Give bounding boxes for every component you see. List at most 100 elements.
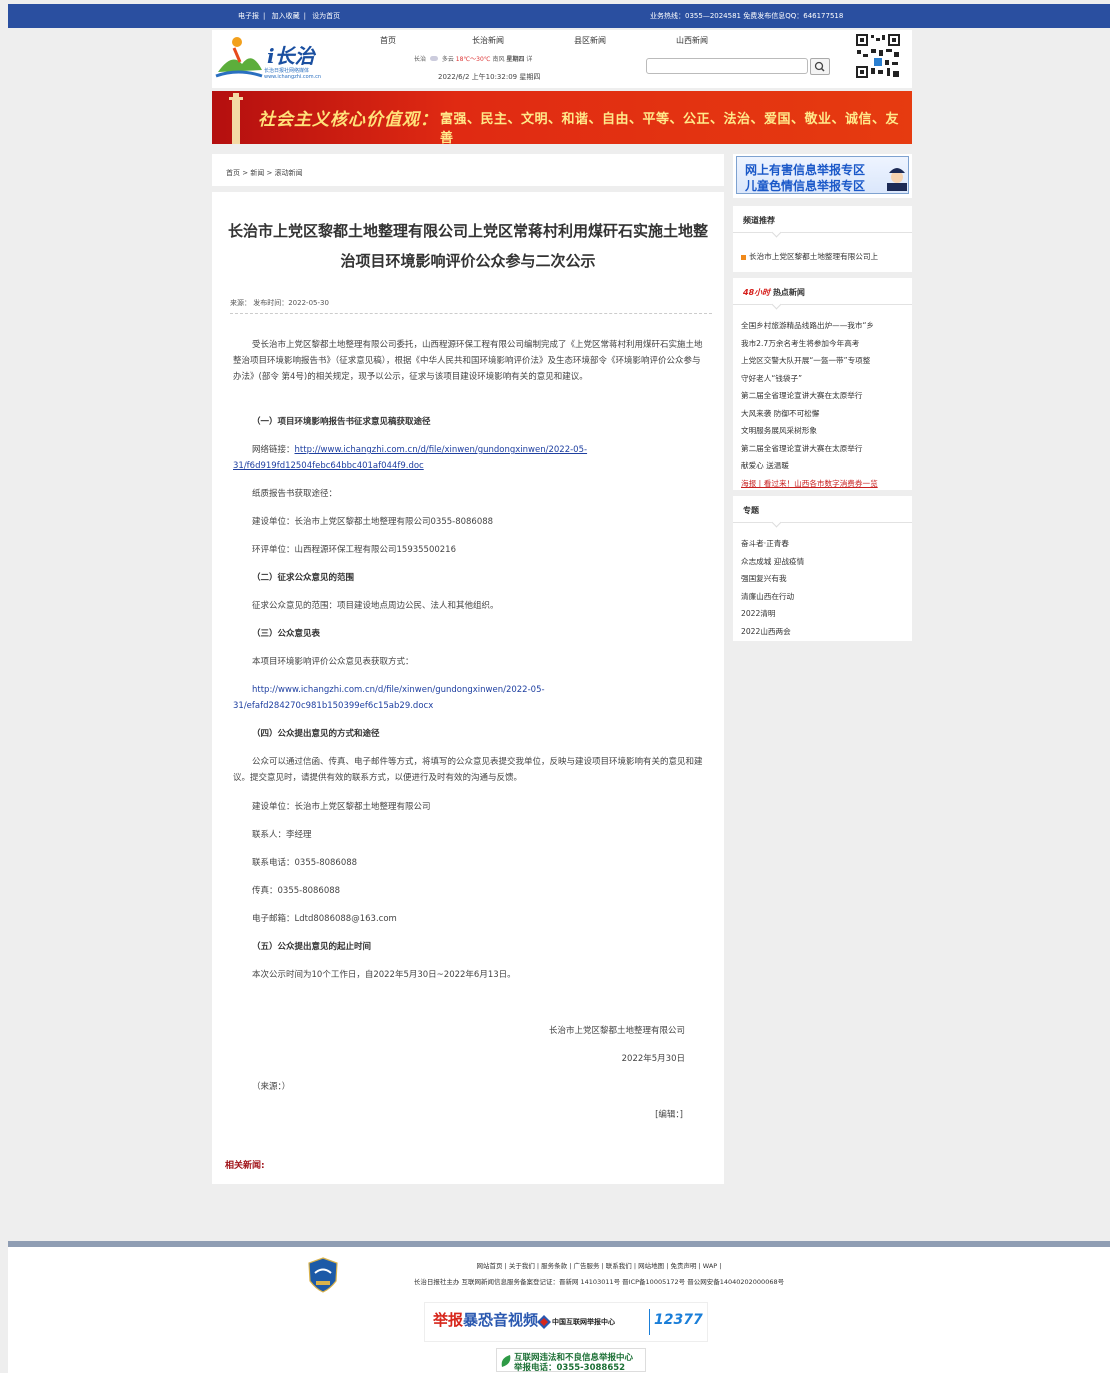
current-datetime: 2022/6/2 上午10:32:09 星期四 <box>438 73 541 81</box>
list-item[interactable]: 我市2.7万余名考生将参加今年高考 <box>741 335 907 353</box>
weather-detail-link[interactable]: 详 <box>526 56 532 63</box>
report-line-2: 儿童色情信息举报专区 <box>745 179 866 193</box>
list-item[interactable]: 守好老人“钱袋子” <box>741 370 907 388</box>
illegal-info-report-center[interactable]: 互联网违法和不良信息举报中心 举报电话：0355-3088652 <box>496 1348 646 1373</box>
divider <box>733 232 912 233</box>
recommend-list: 长治市上党区黎都土地整理有限公司上 <box>741 248 907 266</box>
nav-home[interactable]: 首页 <box>380 35 396 46</box>
report-logos[interactable]: 举报暴恐音视频 中国互联网举报中心 12377 <box>424 1302 708 1342</box>
caret-icon <box>771 517 782 528</box>
epaper-link[interactable]: 电子报 <box>238 12 259 20</box>
divider <box>212 186 724 192</box>
list-item[interactable]: 2022清明 <box>741 605 907 623</box>
recommend-heading: 频道推荐 <box>743 216 775 225</box>
nav-changzhi-news[interactable]: 长治新闻 <box>472 35 504 46</box>
hot-news-panel: 48小时 热点新闻 全国乡村旅游精品线路出炉——我市“乡 我市2.7万余名考生将… <box>733 278 912 490</box>
signature-date: 2022年5月30日 <box>621 1054 685 1064</box>
leaf-icon <box>501 1355 511 1367</box>
topics-panel: 专题 奋斗者·正青春 众志成城 迎战疫情 强国复兴有我 清廉山西在行动 2022… <box>733 496 912 641</box>
footer-links[interactable]: 网站首页 | 关于我们 | 服务条款 | 广告服务 | 联系我们 | 网站地图 … <box>8 1260 1110 1270</box>
article-paragraph: 公众可以通过信函、传真、电子邮件等方式，将填写的公众意见表提交我单位，反映与建设… <box>233 757 703 783</box>
list-item[interactable]: 2022山西两会 <box>741 623 907 641</box>
list-item[interactable]: 长治市上党区黎都土地整理有限公司上 <box>741 248 907 266</box>
list-item[interactable]: 献爱心 送温暖 <box>741 457 907 475</box>
article-paragraph: 传真：0355-8086088 <box>252 886 341 896</box>
article-title: 长治市上党区黎都土地整理有限公司上党区常蒋村利用煤矸石实施土地整治项目环境影响评… <box>227 222 708 270</box>
article-paragraph: 环评单位：山西程源环保工程有限公司15935500216 <box>252 545 456 555</box>
article-paragraph: 征求公众意见的范围：项目建设地点周边公民、法人和其他组织。 <box>252 601 499 611</box>
terror-video-report-logo[interactable]: 举报暴恐音视频 <box>433 1309 538 1330</box>
hotline-text: 业务热线：0355—2024581 免费发布信息QQ：646177518 <box>650 12 844 20</box>
article-meta: 来源： 发布时间：2022-05-30 <box>230 299 329 307</box>
set-homepage-link[interactable]: 设为首页 <box>312 12 340 20</box>
section-heading: （一）项目环境影响报告书征求意见稿获取途径 <box>252 417 431 427</box>
list-item[interactable]: 奋斗者·正青春 <box>741 535 907 553</box>
divider <box>230 313 712 314</box>
opinion-form-link[interactable]: http://www.ichangzhi.com.cn/d/file/xinwe… <box>233 685 545 711</box>
divider <box>733 522 912 523</box>
diamond-icon <box>537 1315 551 1329</box>
article-paragraph: 建设单位：长治市上党区黎都土地整理有限公司 <box>252 802 431 812</box>
hot-news-list: 全国乡村旅游精品线路出炉——我市“乡 我市2.7万余名考生将参加今年高考 上党区… <box>741 317 907 492</box>
article-paragraph: http://www.ichangzhi.com.cn/d/file/xinwe… <box>233 682 705 714</box>
hot-news-heading: 48小时 热点新闻 <box>743 288 805 297</box>
list-item[interactable]: 文明服务展风采树形象 <box>741 422 907 440</box>
list-item[interactable]: 全国乡村旅游精品线路出炉——我市“乡 <box>741 317 907 335</box>
section-heading: （四）公众提出意见的方式和途径 <box>252 729 380 739</box>
banner-values: 富强、民主、文明、和谐、自由、平等、公正、法治、爱国、敬业、诚信、友善 <box>440 112 900 144</box>
article-paragraph: 网络链接：http://www.ichangzhi.com.cn/d/file/… <box>233 445 588 471</box>
footer-license: 长治日报社主办 互联网新闻信息服务备案登记证：晋新网 14103011号 晋IC… <box>413 1278 785 1286</box>
article-paragraph: 本次公示时间为10个工作日，自2022年5月30日~2022年6月13日。 <box>252 970 516 980</box>
search-input[interactable] <box>646 58 808 74</box>
banner-calligraphy: 社会主义核心价值观： <box>258 110 438 130</box>
report-line-1: 网上有害信息举报专区 <box>745 163 866 177</box>
top-bar: 电子报 | 加入收藏 | 设为首页 业务热线：0355—2024581 免费发布信息… <box>8 4 1110 28</box>
report-center-logo[interactable]: 中国互联网举报中心 <box>552 1317 615 1327</box>
breadcrumb[interactable]: 首页 > 新闻 > 滚动新闻 <box>226 168 303 178</box>
nav-county-news[interactable]: 县区新闻 <box>574 35 606 46</box>
article-paragraph: 联系电话：0355-8086088 <box>252 858 358 868</box>
divider <box>733 304 912 305</box>
qr-code-icon <box>854 32 902 80</box>
hotline-12377-logo[interactable]: 12377 <box>654 1312 703 1328</box>
list-item[interactable]: 强国复兴有我 <box>741 570 907 588</box>
list-item[interactable]: 大风来袭 防御不可松懈 <box>741 405 907 423</box>
report-zone-banner[interactable]: 网上有害信息举报专区 儿童色情信息举报专区 <box>733 154 912 198</box>
article-paragraph: 电子邮箱：Ldtd8086088@163.com <box>252 914 397 924</box>
divider <box>649 1309 650 1335</box>
editor-note: [编辑：] <box>655 1110 683 1120</box>
signature-company: 长治市上党区黎都土地整理有限公司 <box>548 1026 685 1036</box>
site-header: i长治 长治日报社网络媒体 www.ichangzhi.com.cn 首页 长治新… <box>212 30 912 88</box>
nav-shanxi-news[interactable]: 山西新闻 <box>676 35 708 46</box>
article-panel: 首页 > 新闻 > 滚动新闻 长治市上党区黎都土地整理有限公司上党区常蒋村利用煤… <box>212 154 724 1184</box>
section-heading: （三）公众意见表 <box>252 629 321 639</box>
list-item[interactable]: 第二届全省理论宣讲大赛在太原举行 <box>741 440 907 458</box>
police-icon <box>887 168 907 191</box>
add-favorite-link[interactable]: 加入收藏 <box>272 12 300 20</box>
source-note: （来源：） <box>252 1082 291 1092</box>
logo-subtitle: 长治日报社网络媒体 www.ichangzhi.com.cn <box>264 68 322 80</box>
weather-info: 长治 多云 18℃～30℃ 南风 星期四 详 <box>414 56 533 63</box>
article-paragraph: 纸质报告书获取途径： <box>252 489 338 499</box>
list-item[interactable]: 第二届全省理论宣讲大赛在太原举行 <box>741 387 907 405</box>
tiananmen-icon <box>229 93 243 144</box>
list-item[interactable]: 众志成城 迎战疫情 <box>741 553 907 571</box>
article-paragraph: 联系人：李经理 <box>252 830 312 840</box>
list-item[interactable]: 清廉山西在行动 <box>741 588 907 606</box>
main-nav: 首页 长治新闻 县区新闻 山西新闻 <box>212 35 912 49</box>
cloud-icon <box>429 56 438 61</box>
article-paragraph: 建设单位：长治市上党区黎都土地整理有限公司0355-8086088 <box>252 517 494 527</box>
illegal-center-phone: 举报电话：0355-3088652 <box>514 1363 626 1373</box>
search-button[interactable] <box>810 58 830 75</box>
section-heading: （二）征求公众意见的范围 <box>252 573 355 583</box>
list-item[interactable]: 上党区交警大队开展“一盔一带”专项整 <box>741 352 907 370</box>
site-footer: 网站首页 | 关于我们 | 服务条款 | 广告服务 | 联系我们 | 网站地图 … <box>8 1247 1110 1373</box>
search-icon <box>814 61 825 72</box>
section-heading: （五）公众提出意见的起止时间 <box>252 942 372 952</box>
list-item[interactable]: 海报丨看过来！山西各市数字消费券一览 <box>741 475 907 493</box>
topics-heading: 专题 <box>743 506 759 515</box>
article-paragraph: 本项目环境影响评价公众意见表获取方式： <box>252 657 414 667</box>
article-paragraph: 受长治市上党区黎都土地整理有限公司委托，山西程源环保工程有限公司编制完成了《上党… <box>233 340 703 382</box>
core-values-banner: 社会主义核心价值观： 富强、民主、文明、和谐、自由、平等、公正、法治、爱国、敬业… <box>212 91 912 144</box>
channel-recommend-panel: 频道推荐 长治市上党区黎都土地整理有限公司上 <box>733 206 912 272</box>
